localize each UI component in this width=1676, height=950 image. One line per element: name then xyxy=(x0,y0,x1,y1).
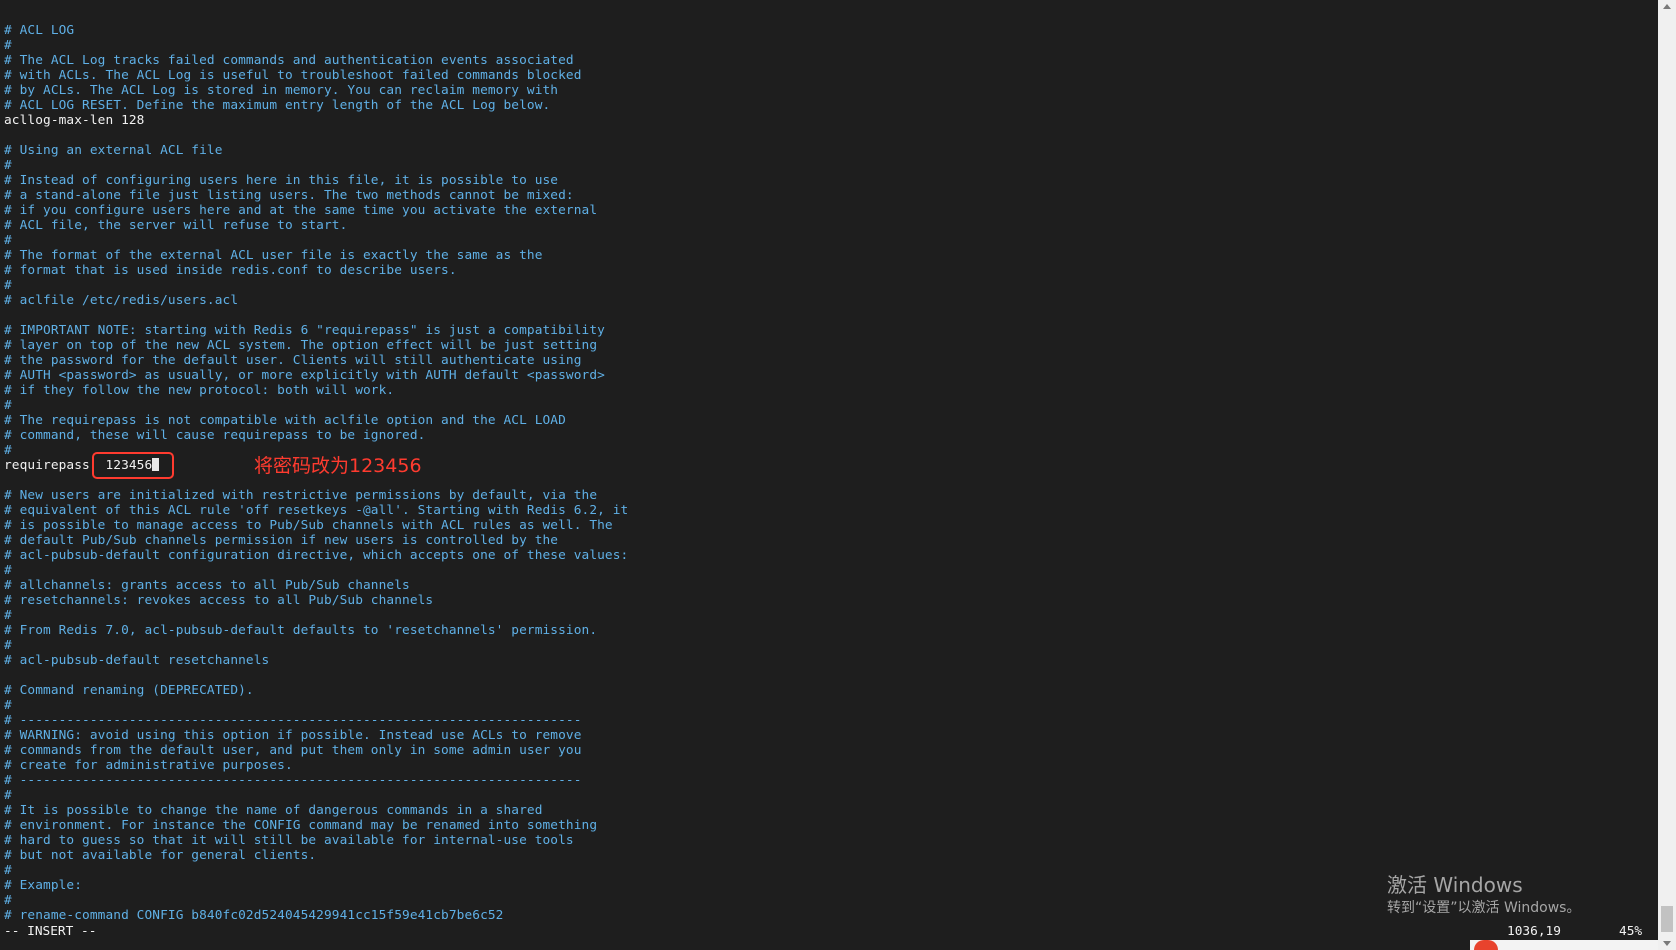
scroll-up-arrow-icon[interactable] xyxy=(1663,4,1671,9)
comment-line: # xyxy=(4,278,12,293)
comment-line: # with ACLs. The ACL Log is useful to tr… xyxy=(4,68,582,83)
vim-status-line: -- INSERT -- 1036,19 45% xyxy=(4,924,1644,940)
comment-line: # commands from the default user, and pu… xyxy=(4,743,582,758)
comment-line: # From Redis 7.0, acl-pubsub-default def… xyxy=(4,623,598,638)
comment-line: # acl-pubsub-default resetchannels xyxy=(4,653,270,668)
comment-line: # xyxy=(4,233,12,248)
comment-line: # create for administrative purposes. xyxy=(4,758,293,773)
comment-line: # The ACL Log tracks failed commands and… xyxy=(4,53,574,68)
comment-line: # layer on top of the new ACL system. Th… xyxy=(4,338,598,353)
comment-line: # allchannels: grants access to all Pub/… xyxy=(4,578,410,593)
watermark-subtitle: 转到“设置”以激活 Windows。 xyxy=(1387,900,1581,916)
comment-line: # The format of the external ACL user fi… xyxy=(4,248,543,263)
requirepass-line: requirepass 123456 xyxy=(4,458,1644,473)
comment-line: # is possible to manage access to Pub/Su… xyxy=(4,518,613,533)
comment-line: # AUTH <password> as usually, or more ex… xyxy=(4,368,605,383)
comment-line: # --------------------------------------… xyxy=(4,773,582,788)
comment-line xyxy=(4,473,1644,488)
comment-line: # WARNING: avoid using this option if po… xyxy=(4,728,582,743)
comment-line: # equivalent of this ACL rule 'off reset… xyxy=(4,503,629,518)
comment-line: # ACL file, the server will refuse to st… xyxy=(4,218,348,233)
comment-line: # The requirepass is not compatible with… xyxy=(4,413,566,428)
comment-line: # Using an external ACL file xyxy=(4,143,223,158)
comment-line: # IMPORTANT NOTE: starting with Redis 6 … xyxy=(4,323,605,338)
config-line: acllog-max-len 128 xyxy=(4,113,145,128)
vim-editor-buffer[interactable]: # ACL LOG # # The ACL Log tracks failed co… xyxy=(4,23,1644,923)
comment-line: # if they follow the new protocol: both … xyxy=(4,383,395,398)
scroll-percent: 45% xyxy=(1619,924,1643,939)
scrollbar-thumb[interactable] xyxy=(1661,906,1673,932)
vertical-scrollbar[interactable] xyxy=(1658,0,1676,950)
comment-line: # xyxy=(4,38,12,53)
comment-line: # aclfile /etc/redis/users.acl xyxy=(4,293,239,308)
comment-line: # xyxy=(4,443,12,458)
comment-line: # xyxy=(4,698,12,713)
comment-line: # by ACLs. The ACL Log is stored in memo… xyxy=(4,83,559,98)
windows-activation-watermark: 激活 Windows 转到“设置”以激活 Windows。 xyxy=(1387,872,1580,918)
comment-line: # ACL LOG xyxy=(4,23,75,38)
terminal-window[interactable]: # ACL LOG # # The ACL Log tracks failed co… xyxy=(0,0,1658,950)
comment-line: # acl-pubsub-default configuration direc… xyxy=(4,548,629,563)
comment-line: # xyxy=(4,608,12,623)
comment-line: # xyxy=(4,398,12,413)
comment-line: # hard to guess so that it will still be… xyxy=(4,833,574,848)
comment-line: # the password for the default user. Cli… xyxy=(4,353,582,368)
comment-line: # xyxy=(4,638,12,653)
comment-line xyxy=(4,308,1644,323)
insert-mode-indicator: -- INSERT -- xyxy=(4,924,97,939)
comment-line: # ACL LOG RESET. Define the maximum entr… xyxy=(4,98,551,113)
comment-line: # It is possible to change the name of d… xyxy=(4,803,543,818)
requirepass-highlight-box xyxy=(92,452,174,479)
comment-line: # --------------------------------------… xyxy=(4,713,582,728)
comment-line: # if you configure users here and at the… xyxy=(4,203,598,218)
comment-line: # environment. For instance the CONFIG c… xyxy=(4,818,598,833)
taskbar-edge xyxy=(1470,940,1658,950)
comment-line: # format that is used inside redis.conf … xyxy=(4,263,457,278)
comment-line: # resetchannels: revokes access to all P… xyxy=(4,593,434,608)
password-change-annotation: 将密码改为123456 xyxy=(254,455,422,477)
comment-line: # New users are initialized with restric… xyxy=(4,488,598,503)
watermark-title: 激活 Windows xyxy=(1387,873,1523,897)
comment-line: # xyxy=(4,158,12,173)
comment-line: # Instead of configuring users here in t… xyxy=(4,173,559,188)
comment-line: # but not available for general clients. xyxy=(4,848,317,863)
comment-line: # command, these will cause requirepass … xyxy=(4,428,426,443)
comment-line: # Command renaming (DEPRECATED). xyxy=(4,683,254,698)
comment-line: # xyxy=(4,563,12,578)
cursor-position: 1036,19 xyxy=(1507,924,1561,939)
comment-line: # xyxy=(4,788,12,803)
requirepass-key: requirepass xyxy=(4,458,90,473)
app-logo-icon xyxy=(1474,940,1498,950)
comment-line xyxy=(4,128,1644,143)
comment-line xyxy=(4,668,1644,683)
comment-line: # a stand-alone file just listing users.… xyxy=(4,188,574,203)
scroll-down-arrow-icon[interactable] xyxy=(1663,941,1671,946)
comment-line: # default Pub/Sub channels permission if… xyxy=(4,533,559,548)
